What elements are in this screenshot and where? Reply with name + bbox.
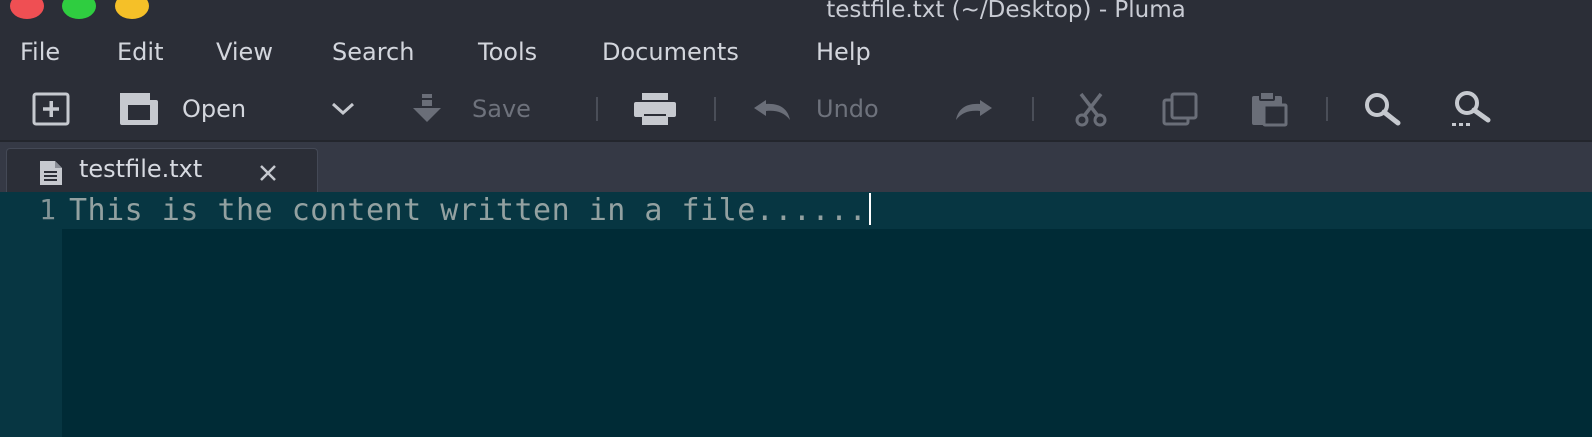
redo-icon <box>956 100 992 120</box>
toolbar-separator <box>1032 97 1034 121</box>
editor-line[interactable]: This is the content written in a file...… <box>69 193 872 228</box>
close-icon[interactable] <box>257 162 279 184</box>
save-button[interactable]: Save <box>410 80 531 138</box>
text-cursor <box>869 193 872 225</box>
menu-documents[interactable]: Documents <box>602 38 739 66</box>
menu-search[interactable]: Search <box>332 38 414 66</box>
pluma-window: testfile.txt (~/Desktop) - Pluma File Ed… <box>0 0 1592 437</box>
text-document-icon <box>40 161 62 185</box>
save-label: Save <box>472 95 531 123</box>
document-tab-strip: testfile.txt <box>0 142 1592 192</box>
find-replace-button[interactable] <box>1450 80 1496 138</box>
search-icon <box>1365 93 1401 126</box>
cut-icon <box>1075 92 1107 127</box>
toolbar: Open Save Undo <box>0 80 1592 138</box>
find-button[interactable] <box>1362 80 1406 138</box>
open-document-icon <box>120 93 158 125</box>
text-editor[interactable]: 1 This is the content written in a file.… <box>0 192 1592 437</box>
tab-label: testfile.txt <box>79 155 203 183</box>
menu-view[interactable]: View <box>216 38 273 66</box>
undo-label: Undo <box>816 95 879 123</box>
menu-tools[interactable]: Tools <box>478 38 537 66</box>
toolbar-separator <box>596 97 598 121</box>
paste-icon <box>1252 91 1288 127</box>
paste-button[interactable] <box>1250 80 1288 138</box>
new-document-button[interactable] <box>32 80 72 138</box>
toolbar-separator <box>1326 97 1328 121</box>
chevron-down-icon <box>331 102 355 116</box>
toolbar-separator <box>714 97 716 121</box>
search-replace-icon <box>1452 91 1491 126</box>
menu-bar: File Edit View Search Tools Documents He… <box>0 34 1592 74</box>
cut-button[interactable] <box>1074 80 1108 138</box>
tab-testfile[interactable]: testfile.txt <box>6 148 318 192</box>
editor-line-text: This is the content written in a file...… <box>69 193 868 228</box>
save-icon <box>413 94 441 122</box>
new-document-icon <box>32 92 70 126</box>
menu-edit[interactable]: Edit <box>117 38 163 66</box>
open-button[interactable]: Open <box>118 80 246 138</box>
redo-button[interactable] <box>952 80 994 138</box>
title-bar: testfile.txt (~/Desktop) - Pluma <box>0 0 1592 26</box>
undo-icon <box>754 100 790 120</box>
line-number: 1 <box>39 193 56 226</box>
undo-button[interactable]: Undo <box>752 80 879 138</box>
open-label: Open <box>182 95 247 123</box>
print-button[interactable] <box>632 80 678 138</box>
copy-button[interactable] <box>1162 80 1198 138</box>
menu-help[interactable]: Help <box>816 38 871 66</box>
window-title: testfile.txt (~/Desktop) - Pluma <box>826 0 1186 23</box>
line-number-gutter <box>0 192 62 437</box>
print-icon <box>634 93 676 125</box>
menu-file[interactable]: File <box>20 38 60 66</box>
copy-icon <box>1162 92 1198 126</box>
recent-files-dropdown[interactable] <box>330 80 356 138</box>
